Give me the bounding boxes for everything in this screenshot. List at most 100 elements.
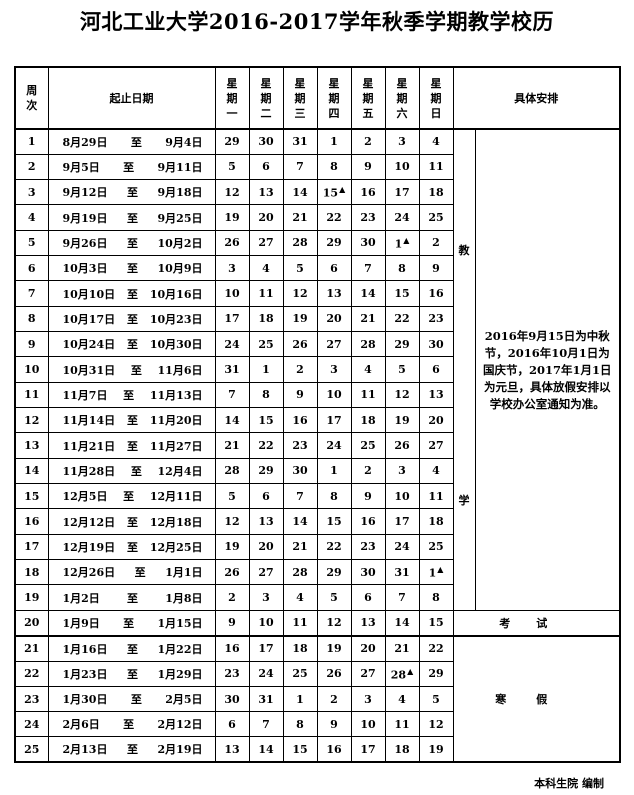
day-cell: 1 xyxy=(316,128,352,155)
day-cell: 11 xyxy=(282,609,318,637)
date-range: 11月7日 至 11月13日 xyxy=(47,381,216,409)
day-number: 4 xyxy=(398,692,406,706)
day-cell: 14 xyxy=(350,280,386,307)
date-range: 1月30日 至 2月5日 xyxy=(47,685,216,713)
day-number: 10 xyxy=(394,489,410,503)
day-cell: 10 xyxy=(248,609,284,637)
day-number: 11 xyxy=(428,160,444,174)
day-number: 1 xyxy=(296,692,304,706)
day-cell: 30 xyxy=(418,331,454,358)
day-number: 6 xyxy=(228,717,236,731)
day-number: 24 xyxy=(394,540,410,554)
week-number: 19 xyxy=(14,584,49,611)
start-date: 12月19日 xyxy=(62,540,116,554)
day-cell: 7 xyxy=(248,711,284,738)
day-cell: 22 xyxy=(418,635,454,662)
date-range: 10月31日至 11月6日 xyxy=(47,356,216,383)
day-cell: 3 xyxy=(350,685,386,713)
day-cell: 18 xyxy=(384,736,420,763)
day-number: 12 xyxy=(428,717,444,731)
day-cell: 25 xyxy=(418,533,454,561)
start-date: 1月30日 xyxy=(62,693,108,707)
day-cell: 9 xyxy=(350,153,386,181)
day-number: 29 xyxy=(428,667,444,681)
day-cell: 14 xyxy=(214,407,250,434)
day-number: 27 xyxy=(326,337,342,351)
header-weekday-char: 期 xyxy=(328,91,340,105)
day-number: 29 xyxy=(258,464,274,478)
day-number: 26 xyxy=(292,337,308,351)
day-number: 2 xyxy=(432,236,440,250)
day-number: 13 xyxy=(258,185,274,199)
week-number: 25 xyxy=(14,736,49,763)
day-number: 2 xyxy=(364,135,372,149)
day-cell: 1 xyxy=(248,356,284,383)
date-range: 1月2日 至 1月8日 xyxy=(47,584,216,611)
holiday-note-text: 2016年9月15日为中秋节，2016年10月1日为国庆节，2017年1月1日为… xyxy=(482,328,612,411)
day-number: 14 xyxy=(292,185,308,199)
week-number: 4 xyxy=(14,204,49,231)
day-number: 16 xyxy=(428,287,444,301)
day-cell: 28 xyxy=(350,331,386,358)
day-cell: 20 xyxy=(350,635,386,662)
day-number: 29 xyxy=(326,236,342,250)
end-date: 12月18日 xyxy=(149,515,203,529)
day-cell: 25 xyxy=(282,660,318,687)
header-weekday-char: 星 xyxy=(260,76,272,90)
day-cell: 15▲ xyxy=(316,179,352,206)
day-cell: 11 xyxy=(418,483,454,510)
day-number: 2 xyxy=(330,692,338,706)
range-separator: 至 xyxy=(130,363,142,377)
day-number: 2 xyxy=(296,363,304,377)
start-date: 12月26日 xyxy=(62,566,116,580)
day-number: 2 xyxy=(364,464,372,478)
day-cell: 14 xyxy=(248,736,284,763)
teaching-label: 教学 xyxy=(452,128,476,611)
day-cell: 9 xyxy=(316,711,352,738)
day-number: 14 xyxy=(258,742,274,756)
day-number: 15 xyxy=(322,187,339,201)
end-date: 10月23日 xyxy=(149,312,203,326)
day-cell: 16 xyxy=(418,280,454,307)
day-number: 18 xyxy=(428,185,444,199)
range-separator: 至 xyxy=(123,490,135,504)
day-cell: 31 xyxy=(248,685,284,713)
day-cell: 7 xyxy=(384,584,420,611)
range-separator: 至 xyxy=(127,211,138,225)
winter-vacation: 寒假 xyxy=(452,635,621,763)
day-number: 17 xyxy=(258,642,274,656)
day-cell: 14 xyxy=(384,609,420,637)
day-number: 27 xyxy=(360,667,376,681)
day-cell: 24 xyxy=(384,533,420,561)
day-number: 27 xyxy=(258,565,274,579)
week-number: 11 xyxy=(14,381,49,409)
day-cell: 16 xyxy=(350,179,386,206)
date-range: 12月26日 至 1月1日 xyxy=(47,559,216,586)
teaching-char: 教 xyxy=(458,244,470,257)
header-weekday: 星期六 xyxy=(384,66,420,130)
day-number: 12 xyxy=(292,287,308,301)
day-cell: 23 xyxy=(350,533,386,561)
day-number: 30 xyxy=(360,236,376,250)
start-date: 9月5日 xyxy=(62,160,100,174)
day-number: 16 xyxy=(224,642,240,656)
day-cell: 19 xyxy=(214,204,250,231)
range-separator: 至 xyxy=(123,160,135,174)
day-number: 1 xyxy=(330,135,338,149)
range-separator: 至 xyxy=(127,186,138,200)
day-number: 17 xyxy=(394,185,410,199)
day-number: 30 xyxy=(360,565,376,579)
day-number: 30 xyxy=(224,692,240,706)
day-number: 1 xyxy=(330,464,338,478)
week-number: 8 xyxy=(14,305,49,333)
day-cell: 30 xyxy=(350,229,386,257)
day-number: 5 xyxy=(228,160,236,174)
day-cell: 3 xyxy=(248,584,284,611)
day-number: 14 xyxy=(394,616,410,630)
day-cell: 5 xyxy=(384,356,420,383)
day-cell: 8 xyxy=(282,711,318,738)
day-cell: 15 xyxy=(282,736,318,763)
day-number: 20 xyxy=(428,413,444,427)
day-number: 6 xyxy=(330,261,338,275)
day-cell: 23 xyxy=(214,660,250,687)
